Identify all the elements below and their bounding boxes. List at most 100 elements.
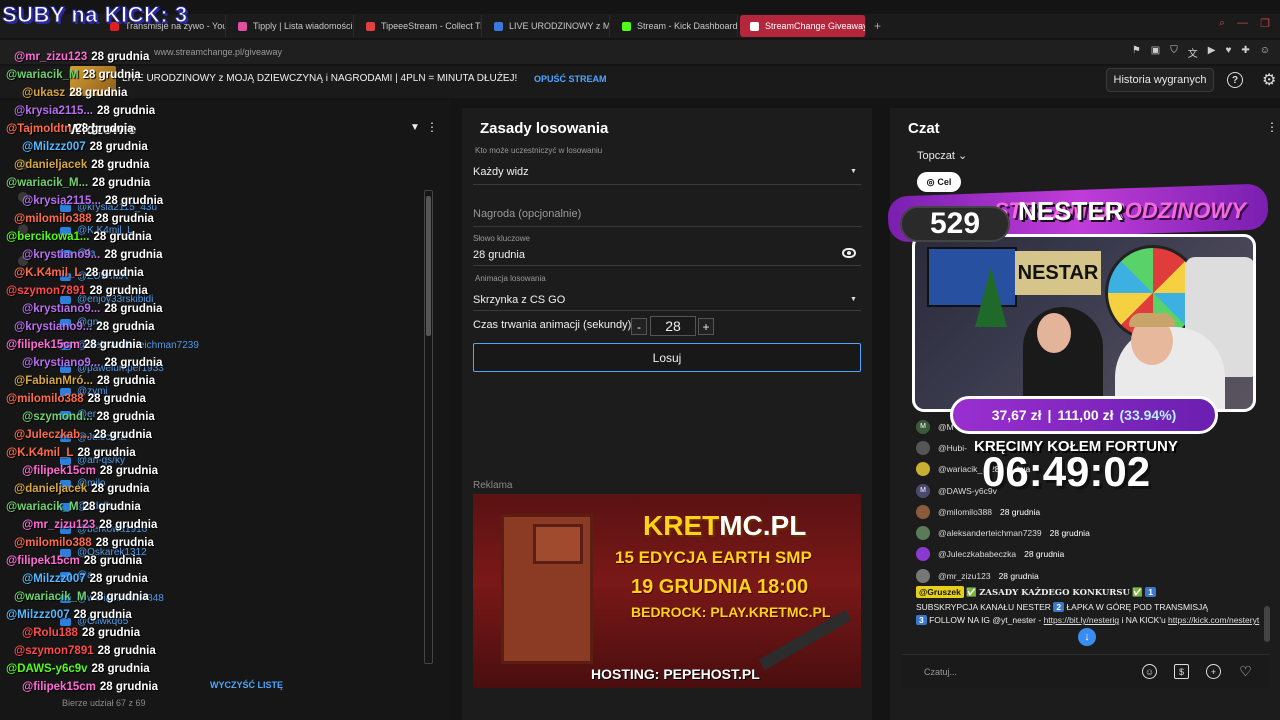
ad-banner[interactable]: KRETMC.PL 15 EDYCJA EARTH SMP 19 GRUDNIA… — [473, 494, 861, 688]
tab-label: TipeeeStream - Collect Ti — [381, 21, 482, 31]
overlay-chat-message: 28 grudnia — [93, 429, 152, 441]
chat-message: @mr_zizu123 28 grudnia — [916, 565, 1256, 586]
overlay-chat-message: 28 grudnia — [89, 285, 148, 297]
draw-button[interactable]: Losuj — [473, 343, 861, 372]
chat-username[interactable]: @Hubi- — [938, 443, 967, 453]
goal-button[interactable]: ◎ Cel — [917, 172, 961, 192]
overlay-chat-message: 28 grudnia — [83, 555, 143, 567]
shield-icon[interactable]: ⛉ — [1170, 45, 1178, 60]
overlay-chat-row: @krystiano9... 28 grudnia — [0, 246, 170, 264]
screen: Transmisje na żywo - You Tipply | Lista w… — [0, 0, 1280, 720]
translate-icon[interactable]: 文 — [1188, 45, 1198, 60]
kick-link[interactable]: https://kick.com/nesteryt — [1168, 615, 1259, 625]
eye-icon[interactable] — [842, 248, 856, 258]
address-bar[interactable]: www.streamchange.pl/giveaway — [0, 40, 1280, 64]
animation-select[interactable]: Skrzynka z CS GO — [473, 294, 565, 306]
avatar[interactable] — [916, 526, 930, 541]
add-icon[interactable]: + — [1206, 664, 1221, 679]
overlay-chat-user: @krystiano9... — [22, 303, 101, 315]
chat-username[interactable]: @Juleczkababeczka — [938, 549, 1016, 559]
avatar[interactable] — [916, 547, 930, 562]
topchat-dropdown[interactable]: Topczat ⌄ — [917, 149, 967, 162]
chat-username[interactable]: @wariacik_ — [938, 464, 982, 474]
prize-input[interactable]: Nagroda (opcjonalnie) — [473, 208, 581, 220]
url-text[interactable]: www.streamchange.pl/giveaway — [154, 47, 282, 57]
check-icon: ✅ — [1132, 587, 1143, 597]
browser-tab[interactable]: Stream - Kick Dashboard — [612, 15, 738, 37]
pinned-user[interactable]: @Gruszek — [916, 586, 964, 598]
overlay-chat-user: @K.K4mil_L — [6, 447, 74, 459]
chat-username[interactable]: @M — [938, 422, 954, 432]
overlay-chat-row: @wariacik_M... 28 grudnia — [0, 174, 170, 192]
avatar[interactable] — [916, 568, 930, 583]
overlay-chat-user: @danieljacek — [14, 159, 88, 171]
heart-icon[interactable]: ♥ — [1225, 45, 1231, 60]
avatar[interactable] — [916, 504, 930, 519]
instagram-link[interactable]: https://bit.ly/nesterig — [1044, 615, 1120, 625]
increment-button[interactable]: + — [698, 318, 714, 335]
overlay-chat-user: @krystiano9... — [14, 321, 93, 333]
keyword-input[interactable]: 28 grudnia — [473, 249, 525, 261]
overlay-chat-user: @K.K4mil_L — [14, 267, 82, 279]
screenshot-icon[interactable]: ▣ — [1151, 45, 1160, 60]
bookmark-icon[interactable]: ⚑ — [1132, 45, 1141, 60]
more-options-icon[interactable]: ⋮ — [426, 120, 438, 134]
search-tabs-icon[interactable]: ⌕ — [1219, 17, 1225, 30]
overlay-chat: @mr_zizu123 28 grudnia @wariacik_M 28 grudn… — [0, 48, 170, 696]
chat-input[interactable] — [924, 663, 1124, 681]
overlay-chat-message: 28 grudnia — [97, 105, 156, 117]
chat-username[interactable]: @aleksanderteichman7239 — [938, 528, 1042, 538]
rules-title: Zasady losowania — [480, 120, 609, 137]
who-label: Kto może uczestniczyć w losowaniu — [475, 146, 603, 155]
maximize-icon[interactable]: ❐ — [1260, 17, 1270, 30]
decrement-button[interactable]: - — [631, 318, 647, 335]
ad-server: BEDROCK: PLAY.KRETMC.PL — [631, 604, 831, 620]
browser-tab[interactable]: Tipply | Lista wiadomości — [228, 15, 354, 37]
overlay-chat-message: 28 grudnia — [95, 213, 154, 225]
history-button[interactable]: Historia wygranych — [1106, 68, 1214, 92]
overlay-chat-row: @milomilo388 28 grudnia — [0, 390, 170, 408]
browser-tab[interactable]: StreamChange Giveaway — [740, 15, 866, 37]
browser-tab[interactable]: TipeeeStream - Collect Ti — [356, 15, 482, 37]
heart-icon[interactable]: ♡ — [1238, 663, 1253, 679]
avatar[interactable]: M — [916, 483, 930, 498]
overlay-chat-row: @milomilo388 28 grudnia — [0, 534, 170, 552]
play-icon[interactable]: ▶ — [1208, 45, 1216, 60]
filter-icon[interactable]: ▼ — [410, 122, 420, 133]
more-options-icon[interactable]: ⋮ — [1266, 120, 1278, 134]
overlay-chat-message: 28 grudnia — [91, 483, 150, 495]
chevron-down-icon[interactable]: ▼ — [850, 296, 857, 303]
leave-stream-link[interactable]: OPUŚĆ STREAM — [534, 74, 607, 84]
browser-tab[interactable]: LIVE URODZINOWY z MO — [484, 15, 610, 37]
avatar[interactable]: M — [916, 419, 930, 434]
viewers-scroll-thumb[interactable] — [426, 196, 431, 336]
extensions-icon[interactable]: ✚ — [1241, 45, 1249, 60]
overlay-chat-row: @Milzzz007 28 grudnia — [0, 570, 170, 588]
divider — [473, 184, 861, 185]
who-select[interactable]: Każdy widz — [473, 166, 529, 178]
overlay-chat-user: @Milzzz007 — [6, 609, 70, 621]
help-icon[interactable]: ? — [1227, 72, 1243, 88]
chat-username[interactable]: @mr_zizu123 — [938, 571, 991, 581]
ad-edition: 15 EDYCJA EARTH SMP — [615, 548, 812, 567]
chat-input-bar: ☺ $ + ♡ — [902, 654, 1270, 688]
profile-icon[interactable]: ☺ — [1260, 45, 1270, 60]
overlay-chat-message: 28 grudnia — [85, 267, 144, 279]
clear-list-link[interactable]: WYCZYŚĆ LISTĘ — [210, 680, 283, 690]
avatar[interactable] — [916, 462, 930, 477]
chat-username[interactable]: @milomilo388 — [938, 507, 992, 517]
avatar[interactable] — [916, 440, 930, 455]
minimize-icon[interactable]: — — [1237, 17, 1248, 30]
duration-input[interactable]: 28 — [650, 316, 696, 336]
overlay-chat-user: @filipek15cm — [22, 465, 96, 477]
chat-scrollbar[interactable] — [1264, 606, 1270, 642]
overlay-chat-row: @krystiano9... 28 grudnia — [0, 354, 170, 372]
chevron-down-icon[interactable]: ▼ — [850, 168, 857, 175]
emoji-icon[interactable]: ☺ — [1142, 664, 1157, 679]
gear-icon[interactable]: ⚙ — [1262, 70, 1276, 90]
new-tab-icon[interactable]: + — [868, 19, 887, 33]
overlay-chat-user: @filipek15cm — [6, 339, 80, 351]
scroll-down-icon[interactable]: ↓ — [1078, 628, 1096, 646]
overlay-chat-user: @ukasz — [22, 87, 66, 99]
gift-icon[interactable]: $ — [1174, 664, 1189, 679]
